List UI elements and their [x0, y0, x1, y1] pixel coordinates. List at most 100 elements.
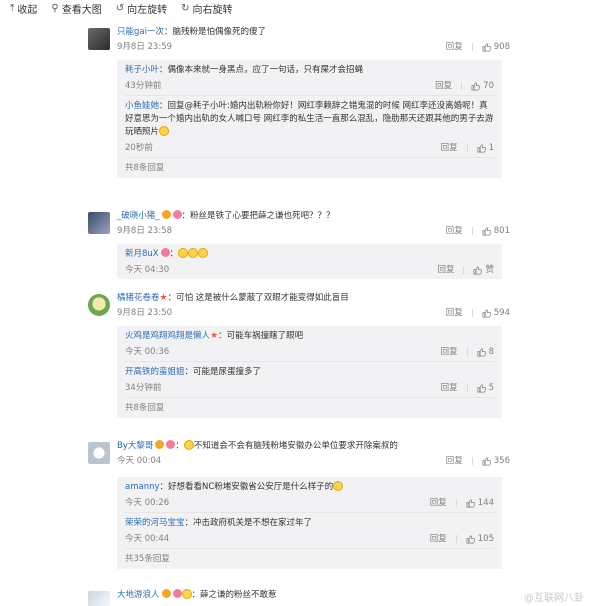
reply-username[interactable]: 开高铁的蛮姐姐	[125, 367, 185, 377]
reply-button[interactable]: 回复	[446, 306, 463, 320]
reply-button[interactable]: 回复	[430, 532, 447, 546]
member-badge-icon	[172, 210, 182, 219]
reply-time: 43分钟前	[125, 81, 162, 91]
reply-text: ：可能是尿蛋撞多了	[184, 367, 262, 377]
reply-time: 今天 00:36	[125, 347, 170, 357]
like-count: 70	[483, 81, 494, 91]
like-count: 1	[488, 143, 494, 153]
comment-item: 只能gai一次：脑残粉是怕偶像死的傻了 9月8日 23:59 回复 908	[88, 26, 510, 54]
rotate-left-button[interactable]: ↺ 向左旋转	[116, 1, 167, 16]
avatar[interactable]	[88, 442, 110, 464]
thumbs-up-icon	[482, 227, 491, 235]
avatar[interactable]	[88, 28, 110, 50]
comment-item: _破晓小猪_ ：粉丝是铁了心要把薛之谦也死吧？？？ 9月8日 23:58 回复 8…	[88, 210, 510, 238]
rotate-left-label: 向左旋转	[127, 4, 168, 16]
like-count: 594	[493, 308, 510, 318]
reply-button[interactable]: 回复	[441, 141, 458, 155]
like-button[interactable]: 1	[477, 141, 494, 155]
thumbs-up-icon	[477, 144, 486, 152]
like-button[interactable]: 801	[482, 224, 510, 238]
reply-item: 小鱼娃她：回复@耗子小叶:婚内出轨粉你好！网红李赖辞之错鬼混的时候 网红李还没离…	[117, 96, 502, 157]
reply-button[interactable]: 回复	[441, 345, 458, 359]
star-badge-icon: ★	[210, 331, 219, 341]
avatar[interactable]	[88, 294, 110, 316]
laugh-emoji-icon	[333, 481, 344, 491]
reply-time: 20秒前	[125, 143, 153, 153]
vip-badge-icon	[161, 210, 171, 219]
comment-username[interactable]: 只能gai一次	[117, 27, 164, 37]
divider	[471, 43, 473, 51]
view-large-label: 查看大图	[61, 4, 102, 16]
divider	[463, 266, 465, 274]
divider	[471, 457, 473, 465]
image-toolbar: ⤒ 收起 ⚲ 查看大图 ↺ 向左旋转 ↻ 向右旋转	[0, 0, 598, 16]
reply-list: 耗子小叶：偶像本来就一身黑点，应了一句话，只有屎才会招蝇 43分钟前 回复 70…	[117, 60, 502, 178]
comment-username[interactable]: _破晓小猪_	[117, 211, 160, 221]
reply-button[interactable]: 回复	[435, 79, 452, 93]
view-large-button[interactable]: ⚲ 查看大图	[51, 1, 101, 16]
comment-item: 橘猪花卷卷★：可怕 这是被什么蒙蔽了双眼才能变得如此盲目 9月8日 23:50 …	[88, 292, 510, 320]
vip-badge-icon	[161, 589, 171, 598]
reply-time: 今天 00:44	[125, 534, 170, 544]
reply-item: 荣荣的河马宝宝：冲击政府机关是不想在家过年了 今天 00:44 回复 105	[117, 513, 502, 548]
reply-button[interactable]: 回复	[446, 224, 463, 238]
like-button[interactable]: 5	[477, 381, 494, 395]
reply-username[interactable]: 耗子小叶	[125, 65, 159, 75]
reply-list: 新月8uX ： 今天 04:30 回复 赞	[117, 244, 502, 279]
like-count: 5	[488, 383, 494, 393]
comment-username[interactable]: 大地游浪人	[117, 590, 160, 600]
star-badge-icon: ★	[159, 293, 168, 303]
comment-username[interactable]: 橘猪花卷卷	[117, 293, 160, 303]
collapse-button[interactable]: ⤒ 收起	[10, 1, 37, 16]
reply-username[interactable]: 火鸡是鸡翔鸡翔是懒人	[125, 331, 210, 341]
reply-button[interactable]: 回复	[430, 496, 447, 510]
like-button[interactable]: 908	[482, 40, 510, 54]
more-replies-link[interactable]: 共35条回复	[117, 549, 502, 569]
reply-item: 耗子小叶：偶像本来就一身黑点，应了一句话，只有屎才会招蝇 43分钟前 回复 70	[117, 60, 502, 95]
like-button[interactable]: 144	[466, 496, 494, 510]
avatar[interactable]	[88, 212, 110, 234]
laugh-emoji-icon	[198, 248, 209, 258]
laugh-emoji-icon	[178, 248, 189, 258]
more-replies-link[interactable]: 共8条回复	[117, 158, 502, 178]
grin-emoji-icon	[159, 126, 170, 136]
like-button[interactable]: 594	[482, 306, 510, 320]
reply-text: ：偶像本来就一身黑点，应了一句话，只有屎才会招蝇	[159, 65, 364, 75]
smile-emoji-icon	[183, 440, 194, 450]
comment-text: 不知道会不会有脑残粉堵安徽办公单位要求开除案叔的	[193, 441, 398, 451]
thumbs-up-icon	[466, 535, 475, 543]
member-badge-icon	[160, 248, 170, 257]
avatar[interactable]	[88, 591, 110, 606]
rotate-right-icon: ↻	[181, 2, 190, 14]
rotate-right-button[interactable]: ↻ 向右旋转	[181, 1, 232, 16]
reply-button[interactable]: 回复	[441, 381, 458, 395]
reply-text: ：可能车祸撞瞎了眼吧	[218, 331, 304, 341]
thumbs-up-icon	[482, 43, 491, 51]
reply-button[interactable]: 回复	[446, 40, 463, 54]
comment-username[interactable]: By大黎哥	[117, 441, 153, 451]
member-badge-icon	[172, 589, 182, 598]
comment-item: By大黎哥：不知道会不会有脑残粉堵安徽办公单位要求开除案叔的 今天 00:04 …	[88, 440, 510, 468]
like-count: 356	[493, 456, 510, 466]
like-count: 105	[477, 534, 494, 544]
more-replies-link[interactable]: 共8条回复	[117, 398, 502, 418]
reply-button[interactable]: 回复	[437, 263, 454, 277]
reply-username[interactable]: 荣荣的河马宝宝	[125, 518, 185, 528]
divider	[461, 82, 463, 90]
like-button[interactable]: 356	[482, 454, 510, 468]
reply-username[interactable]: 新月8uX	[125, 249, 159, 259]
like-count: 8	[488, 347, 494, 357]
divider	[466, 384, 468, 392]
reply-username[interactable]: amanny	[125, 482, 160, 492]
like-button[interactable]: 105	[466, 532, 494, 546]
like-button[interactable]: 8	[477, 345, 494, 359]
reply-time: 34分钟前	[125, 383, 162, 393]
reply-list: 火鸡是鸡翔鸡翔是懒人★：可能车祸撞瞎了眼吧 今天 00:36 回复 8 开高铁的…	[117, 326, 502, 418]
like-button[interactable]: 赞	[473, 263, 494, 277]
search-icon: ⚲	[51, 2, 59, 14]
thumbs-up-icon	[477, 348, 486, 356]
reply-username[interactable]: 小鱼娃她	[125, 101, 159, 111]
reply-button[interactable]: 回复	[446, 454, 463, 468]
like-button[interactable]: 70	[471, 79, 494, 93]
thumbs-up-icon	[474, 266, 483, 274]
